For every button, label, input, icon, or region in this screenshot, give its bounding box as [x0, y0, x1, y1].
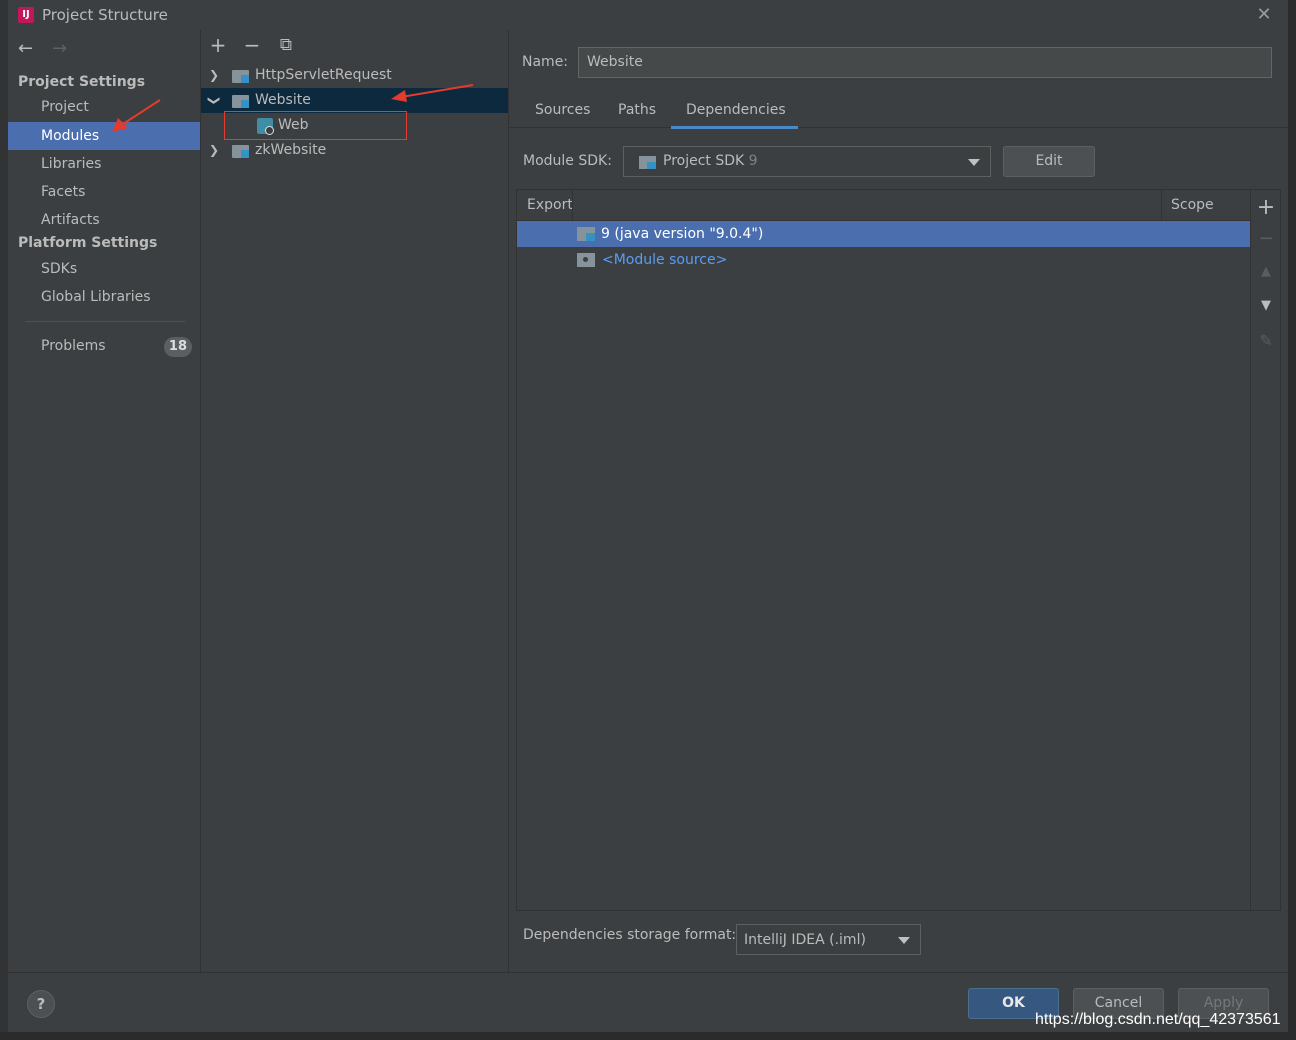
title-bar: IJ Project Structure ✕ [8, 0, 1288, 30]
storage-format-value: IntelliJ IDEA (.iml) [744, 932, 866, 948]
tree-toolbar: + − ⧉ [201, 30, 508, 62]
watermark-text: https://blog.csdn.net/qq_42373561 [1035, 1011, 1281, 1028]
tab-sources[interactable]: Sources [535, 102, 590, 118]
nav-item-label: Project [41, 99, 89, 115]
problems-count-badge: 18 [163, 337, 192, 357]
storage-format-select[interactable]: IntelliJ IDEA (.iml) [736, 924, 921, 955]
nav-item-modules[interactable]: Modules [8, 122, 200, 150]
nav-item-artifacts[interactable]: Artifacts [8, 206, 200, 234]
dependency-label: <Module source> [602, 252, 728, 268]
chevron-down-icon [898, 937, 910, 944]
intellij-app-icon: IJ [18, 7, 34, 23]
nav-item-global-libraries[interactable]: Global Libraries [8, 283, 200, 311]
nav-item-label: SDKs [41, 261, 78, 277]
edit-sdk-button[interactable]: Edit [1003, 146, 1095, 177]
annotation-box-web [224, 111, 407, 140]
add-dependency-icon[interactable]: + [1256, 195, 1276, 220]
module-folder-icon [232, 70, 249, 83]
dependency-label: 9 (java version "9.0.4") [601, 226, 764, 242]
help-icon[interactable]: ? [27, 990, 55, 1018]
column-header-scope[interactable]: Scope [1171, 197, 1214, 213]
module-folder-icon [232, 145, 249, 158]
tab-paths[interactable]: Paths [618, 102, 656, 118]
remove-icon[interactable]: − [241, 34, 263, 56]
sdk-folder-icon [639, 156, 656, 169]
dependency-row-jdk[interactable]: 9 (java version "9.0.4") [517, 221, 1250, 247]
dependencies-table: Export Scope 9 (java version "9.0.4") <M… [516, 189, 1251, 911]
dependencies-toolbar: + − ▲ ▼ ✎ [1251, 189, 1281, 911]
module-sdk-select[interactable]: Project SDK 9 [623, 146, 991, 177]
table-header: Export Scope [517, 190, 1250, 221]
chevron-right-icon[interactable]: ❯ [207, 63, 221, 88]
arrow-right-icon[interactable]: → [52, 38, 72, 59]
tree-row-label: HttpServletRequest [255, 67, 392, 83]
chevron-right-icon[interactable]: ❯ [207, 138, 221, 163]
sdk-name: Project SDK [663, 153, 745, 169]
window-title: Project Structure [42, 6, 168, 24]
nav-divider [25, 321, 185, 322]
chevron-down-icon[interactable]: ❯ [202, 94, 227, 108]
background-edge-left [0, 0, 8, 1040]
project-structure-dialog: IJ Project Structure ✕ ← → Project Setti… [8, 0, 1288, 1032]
annotation-arrow-modules [112, 99, 161, 132]
nav-item-problems[interactable]: Problems 18 [8, 332, 200, 360]
nav-item-label: Modules [41, 128, 100, 144]
nav-item-facets[interactable]: Facets [8, 178, 200, 206]
background-edge-right [1288, 0, 1296, 1040]
column-divider [572, 190, 573, 220]
settings-nav: ← → Project Settings Project Modules Lib… [8, 30, 200, 972]
nav-item-libraries[interactable]: Libraries [8, 150, 200, 178]
nav-group-platform-settings: Platform Settings [18, 235, 158, 251]
sdk-select-value: Project SDK 9 [663, 147, 758, 175]
cancel-button-label: Cancel [1094, 995, 1143, 1011]
nav-item-label: Problems [41, 338, 106, 354]
nav-item-project[interactable]: Project [8, 93, 200, 121]
nav-item-sdks[interactable]: SDKs [8, 255, 200, 283]
add-icon[interactable]: + [207, 34, 229, 56]
move-down-icon[interactable]: ▼ [1256, 298, 1276, 313]
background-edge-bottom [0, 1032, 1296, 1040]
storage-format-label: Dependencies storage format: [523, 927, 737, 943]
tab-dependencies[interactable]: Dependencies [686, 102, 786, 118]
tree-row-zkwebsite[interactable]: ❯ zkWebsite [201, 138, 508, 163]
pencil-icon[interactable]: ✎ [1256, 331, 1276, 350]
annotation-arrow-website [391, 84, 474, 102]
chevron-down-icon [968, 159, 980, 166]
module-sdk-label: Module SDK: [523, 153, 612, 169]
dependency-row-module-source[interactable]: <Module source> [517, 247, 1250, 273]
module-name-field[interactable]: Website [578, 47, 1272, 78]
module-tabs: Sources Paths Dependencies [509, 90, 1288, 129]
ok-button-label: OK [1002, 995, 1025, 1011]
column-divider [1161, 190, 1162, 220]
copy-icon[interactable]: ⧉ [275, 34, 297, 56]
apply-button-label: Apply [1203, 995, 1244, 1011]
source-folder-icon [577, 253, 595, 267]
nav-group-project-settings: Project Settings [18, 74, 146, 90]
active-tab-indicator [671, 126, 798, 129]
name-label: Name: [522, 54, 569, 70]
close-icon[interactable]: ✕ [1254, 4, 1274, 25]
remove-dependency-icon[interactable]: − [1256, 228, 1276, 249]
edit-button-label: Edit [1035, 153, 1063, 169]
nav-item-label: Facets [41, 184, 86, 200]
tree-row-label: zkWebsite [255, 142, 327, 158]
module-tree-panel: + − ⧉ ❯ HttpServletRequest ❯ Website Web… [201, 30, 508, 972]
module-details-panel: Name: Website Sources Paths Dependencies… [509, 30, 1288, 972]
jdk-folder-icon [577, 227, 595, 241]
nav-item-label: Global Libraries [41, 289, 151, 305]
nav-item-label: Libraries [41, 156, 102, 172]
tree-row-label: Website [255, 92, 311, 108]
module-folder-icon [232, 95, 249, 108]
move-up-icon[interactable]: ▲ [1256, 264, 1276, 279]
arrow-left-icon[interactable]: ← [18, 38, 38, 59]
column-header-export[interactable]: Export [527, 197, 573, 213]
sdk-version: 9 [748, 153, 758, 169]
nav-item-label: Artifacts [41, 212, 100, 228]
